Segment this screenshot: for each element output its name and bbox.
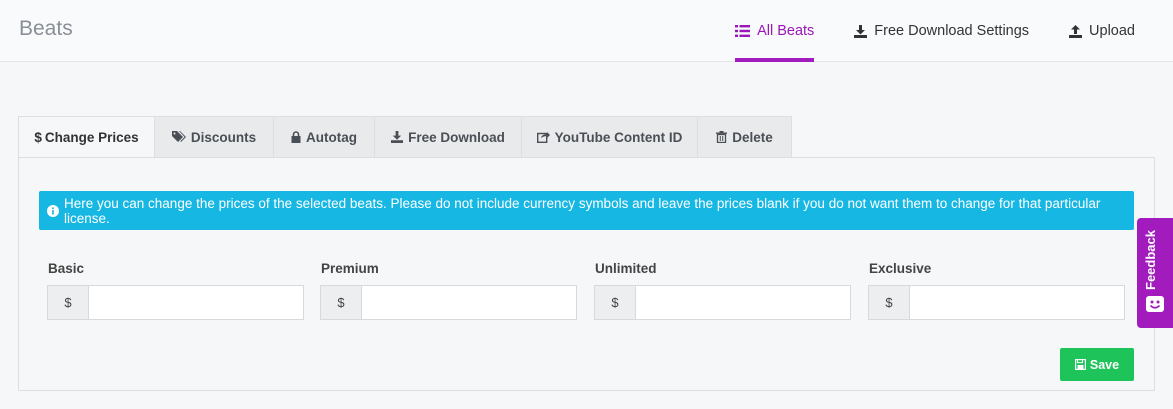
save-button[interactable]: Save (1060, 348, 1134, 381)
info-alert: Here you can change the prices of the se… (39, 191, 1134, 230)
list-icon (735, 25, 751, 37)
price-input-unlimited[interactable] (635, 285, 851, 320)
price-label-unlimited: Unlimited (595, 261, 657, 276)
currency-addon: $ (868, 285, 909, 320)
price-group-premium: Premium $ (320, 261, 577, 320)
floppy-icon (1074, 359, 1086, 370)
tab-youtube-content-id-label: YouTube Content ID (554, 129, 683, 145)
nav-all-beats[interactable]: All Beats (735, 0, 815, 62)
top-nav: All Beats Free Download Settings Upload (695, 0, 1135, 62)
trash-icon (716, 131, 728, 143)
dollar-icon: $ (34, 129, 42, 145)
price-input-premium[interactable] (361, 285, 577, 320)
price-label-basic: Basic (48, 261, 85, 276)
price-group-unlimited: Unlimited $ (594, 261, 851, 320)
tab-bar: $ Change Prices Discounts Autotag Free D… (18, 116, 792, 158)
tab-delete[interactable]: Delete (698, 116, 792, 158)
tab-autotag[interactable]: Autotag (274, 116, 375, 158)
tags-icon (171, 131, 186, 142)
share-icon (536, 132, 550, 143)
save-button-label: Save (1089, 357, 1120, 372)
price-group-exclusive: Exclusive $ (868, 261, 1125, 320)
nav-upload[interactable]: Upload (1069, 0, 1135, 62)
tab-free-download[interactable]: Free Download (375, 116, 522, 158)
tab-discounts-label: Discounts (190, 129, 257, 145)
price-input-group-premium: $ (320, 285, 577, 320)
download-icon (854, 24, 868, 38)
upload-icon (1069, 24, 1083, 38)
price-input-exclusive[interactable] (909, 285, 1125, 320)
currency-addon: $ (594, 285, 635, 320)
lock-icon (291, 131, 301, 143)
tab-youtube-content-id[interactable]: YouTube Content ID (522, 116, 698, 158)
tab-discounts[interactable]: Discounts (155, 116, 274, 158)
info-icon (47, 204, 59, 217)
nav-free-download-settings-label: Free Download Settings (874, 23, 1030, 39)
currency-addon: $ (320, 285, 361, 320)
price-input-basic[interactable] (88, 285, 304, 320)
smiley-icon (1146, 296, 1164, 312)
info-alert-text: Here you can change the prices of the se… (64, 195, 1101, 226)
nav-upload-label: Upload (1089, 23, 1135, 39)
nav-all-beats-label: All Beats (757, 23, 815, 39)
currency-addon: $ (47, 285, 88, 320)
download-icon (391, 131, 404, 143)
price-input-group-unlimited: $ (594, 285, 851, 320)
tab-autotag-label: Autotag (306, 129, 357, 145)
feedback-label: Feedback (1143, 230, 1158, 290)
change-prices-panel: Here you can change the prices of the se… (18, 157, 1155, 391)
tab-delete-label: Delete (732, 129, 773, 145)
tab-change-prices-label: Change Prices (44, 129, 139, 145)
price-input-group-basic: $ (47, 285, 304, 320)
tab-free-download-label: Free Download (408, 129, 505, 145)
price-label-exclusive: Exclusive (869, 261, 932, 276)
tab-change-prices[interactable]: $ Change Prices (18, 116, 155, 158)
nav-free-download-settings[interactable]: Free Download Settings (854, 0, 1029, 62)
feedback-tab[interactable]: Feedback (1137, 218, 1173, 328)
price-label-premium: Premium (321, 261, 379, 276)
page-title: Beats (19, 17, 73, 40)
price-input-group-exclusive: $ (868, 285, 1125, 320)
price-group-basic: Basic $ (47, 261, 304, 320)
top-bar: Beats All Beats Free Download Settings U… (0, 0, 1173, 62)
